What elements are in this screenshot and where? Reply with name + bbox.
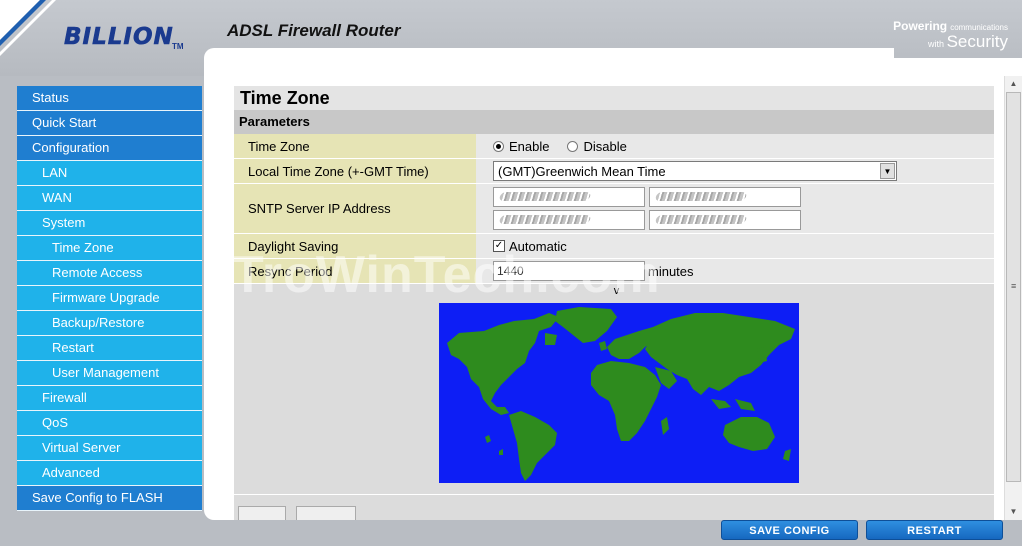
sidebar-item-advanced[interactable]: Advanced <box>17 461 202 486</box>
sidebar-item-configuration[interactable]: Configuration <box>17 136 202 161</box>
local-time-zone-label: Local Time Zone (+-GMT Time) <box>234 159 476 183</box>
enable-radio[interactable] <box>493 140 504 152</box>
sidebar-nav: Status Quick Start Configuration LAN WAN Syst… <box>17 86 202 511</box>
save-config-button[interactable]: SAVE CONFIG <box>721 520 858 540</box>
billion-logo: BILLION <box>64 24 174 51</box>
sidebar-item-restart[interactable]: Restart <box>17 336 202 361</box>
sntp-server-4-input[interactable] <box>649 210 801 230</box>
sntp-server-3-input[interactable] <box>493 210 645 230</box>
disable-label: Disable <box>583 138 627 154</box>
sidebar-item-user-management[interactable]: User Management <box>17 361 202 386</box>
page-title: Time Zone <box>234 86 994 110</box>
sidebar-item-save-config-to-flash[interactable]: Save Config to FLASH <box>17 486 202 511</box>
tagline-with: with <box>928 39 945 49</box>
content-panel-right <box>884 58 1022 78</box>
tagline-communications: communications <box>950 23 1008 32</box>
local-time-zone-row: Local Time Zone (+-GMT Time) (GMT)Greenw… <box>234 159 994 184</box>
sntp-row-2 <box>493 210 805 230</box>
sidebar-item-qos[interactable]: QoS <box>17 411 202 436</box>
product-title: ADSL Firewall Router <box>227 21 401 40</box>
sntp-label: SNTP Server IP Address <box>234 184 476 233</box>
scrollbar[interactable]: ▲ ≡ ▼ <box>1004 76 1022 520</box>
time-zone-label: Time Zone <box>234 134 476 158</box>
sidebar-item-lan[interactable]: LAN <box>17 161 202 186</box>
section-header: Parameters <box>234 110 994 134</box>
restart-button[interactable]: RESTART <box>866 520 1003 540</box>
apply-button[interactable] <box>238 506 286 520</box>
sntp-value <box>476 184 994 233</box>
local-time-zone-value: (GMT)Greenwich Mean Time ▼ <box>476 159 994 183</box>
time-zone-value: Enable Disable <box>476 134 994 158</box>
local-time-zone-select[interactable]: (GMT)Greenwich Mean Time ▼ <box>493 161 897 181</box>
sidebar-item-firewall[interactable]: Firewall <box>17 386 202 411</box>
scroll-up-icon[interactable]: ▲ <box>1005 76 1022 92</box>
divider <box>234 494 994 495</box>
sidebar-item-status[interactable]: Status <box>17 86 202 111</box>
scrollbar-grip-icon: ≡ <box>1011 281 1017 291</box>
sntp-row-1 <box>493 187 805 207</box>
enable-label: Enable <box>509 138 550 154</box>
sidebar-item-firmware-upgrade[interactable]: Firmware Upgrade <box>17 286 202 311</box>
sidebar-item-remote-access[interactable]: Remote Access <box>17 261 202 286</box>
time-zone-row: Time Zone Enable Disable <box>234 134 994 159</box>
chevron-down-icon[interactable]: ▼ <box>880 163 895 179</box>
map-land <box>447 307 795 481</box>
scrollbar-thumb[interactable]: ≡ <box>1006 92 1021 482</box>
sntp-row: SNTP Server IP Address <box>234 184 994 234</box>
cancel-button[interactable] <box>296 506 356 520</box>
sidebar-item-virtual-server[interactable]: Virtual Server <box>17 436 202 461</box>
sidebar-item-wan[interactable]: WAN <box>17 186 202 211</box>
sidebar-item-system[interactable]: System <box>17 211 202 236</box>
world-map[interactable] <box>439 303 799 483</box>
content-panel-top <box>204 48 894 78</box>
tagline-powering: Powering <box>893 19 948 33</box>
sntp-server-2-input[interactable] <box>649 187 801 207</box>
sidebar-item-backup-restore[interactable]: Backup/Restore <box>17 311 202 336</box>
sntp-server-1-input[interactable] <box>493 187 645 207</box>
disable-radio[interactable] <box>567 140 579 152</box>
watermark: TroWinTech.com <box>232 246 661 304</box>
sidebar-item-quick-start[interactable]: Quick Start <box>17 111 202 136</box>
header: BILLION TM ADSL Firewall Router Powering… <box>0 0 1022 78</box>
tagline-security: Security <box>946 32 1008 51</box>
scroll-down-icon[interactable]: ▼ <box>1005 504 1022 520</box>
tagline: Powering communications with Security <box>893 20 1008 50</box>
sidebar-item-time-zone[interactable]: Time Zone <box>17 236 202 261</box>
logo-trademark: TM <box>172 42 184 51</box>
local-time-zone-selected: (GMT)Greenwich Mean Time <box>498 163 666 179</box>
